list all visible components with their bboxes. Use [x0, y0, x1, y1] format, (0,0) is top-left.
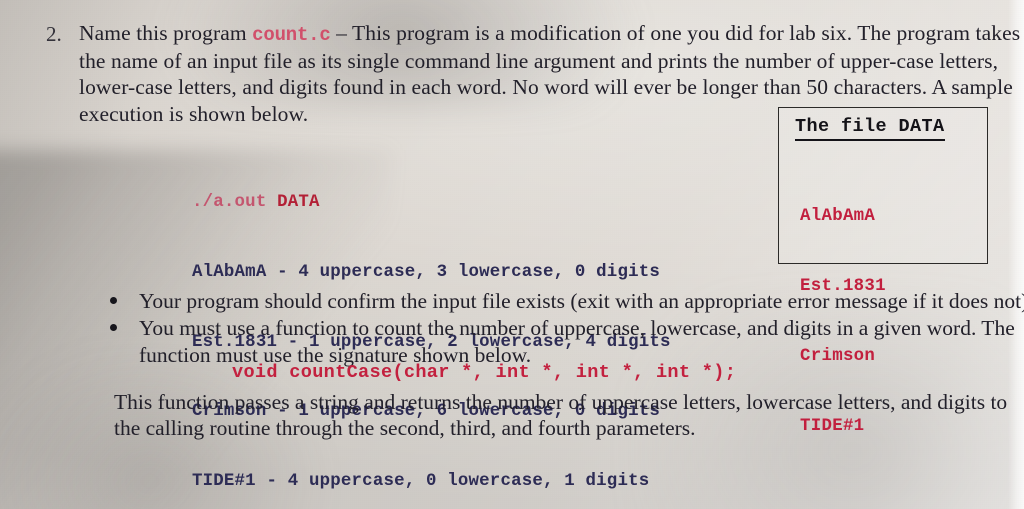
terminal-output-line-4: TIDE#1 - 4 uppercase, 0 lowercase, 1 dig…: [192, 471, 650, 491]
terminal-command-prefix: ./a.out: [192, 193, 267, 213]
problem-line-2: the name of an input file as its single …: [79, 49, 999, 74]
problem-line-1: Name this program count.c – This program…: [79, 20, 1020, 48]
closing-line-1: This function passes a string and return…: [114, 390, 1008, 414]
closing-line-2: the calling routine through the second, …: [114, 416, 696, 441]
function-signature: void countCase(char *, int *, int *, int…: [232, 362, 737, 383]
data-file-line-1: AlAbAmA: [800, 206, 876, 226]
problem-number: 2.: [46, 22, 62, 46]
bullet-dot-icon: [110, 324, 117, 332]
terminal-output-line-1: AlAbAmA - 4 uppercase, 3 lowercase, 0 di…: [192, 263, 660, 283]
document-content: 2. Name this program count.c – This prog…: [0, 0, 1024, 509]
requirement-item-2: You must use a function to count the num…: [105, 315, 1015, 368]
inline-code-filename: count.c: [252, 24, 331, 46]
problem-line-1-pre: Name this program: [79, 21, 253, 45]
closing-paragraph: This function passes a string and return…: [114, 389, 1014, 442]
problem-line-3: lower-case letters, and digits found in …: [79, 75, 1013, 100]
terminal-command-line: ./a.out DATA: [192, 191, 671, 214]
data-file-box: The file DATA AlAbAmA Est.1831 Crimson T…: [778, 107, 988, 436]
data-file-box-title: The file DATA: [795, 116, 945, 141]
bullet-dot-icon: [110, 297, 117, 304]
requirement-2-line-1: You must use a function to count the num…: [139, 316, 1015, 341]
requirement-1-line-1: Your program should confirm the input fi…: [139, 289, 1024, 313]
problem-line-1-post: – This program is a modification of one …: [330, 21, 1021, 45]
requirement-item-1: Your program should confirm the input fi…: [105, 288, 1024, 314]
scanned-assignment-page: 2. Name this program count.c – This prog…: [0, 0, 1024, 509]
terminal-command-argument: DATA: [277, 193, 320, 213]
requirements-list: Your program should confirm the input fi…: [105, 288, 1024, 369]
